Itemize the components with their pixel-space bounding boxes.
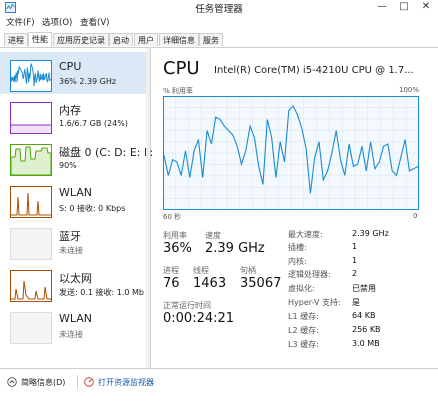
resource-item-bluetooth[interactable]: 蓝牙 未连接 <box>0 220 150 262</box>
uptime-value: 0:00:24:21 <box>163 311 235 326</box>
speed-label: 速度 <box>205 231 221 240</box>
prop-value: 256 KB <box>352 325 381 334</box>
resource-title: 蓝牙 <box>59 230 81 243</box>
prop-label: 内核: <box>288 257 307 266</box>
prop-label: 最大速度: <box>288 230 323 239</box>
uptime-label: 正常运行时间 <box>163 301 211 310</box>
resource-title: 以太网 <box>59 272 92 285</box>
cpu-thumbnail <box>10 60 52 92</box>
resource-item-disk[interactable]: 磁盘 0 (C: D: E: F: 90% <box>0 136 154 178</box>
resource-list: CPU 36% 2.39 GHz 内存 1.6/6.7 GB (24%) 磁盘 … <box>0 48 154 368</box>
utilization-value: 36% <box>163 241 192 256</box>
tab-users[interactable]: 用户 <box>134 33 158 46</box>
ethernet-thumbnail <box>10 270 52 302</box>
tab-performance[interactable]: 性能 <box>28 32 52 47</box>
open-resource-monitor-link[interactable]: 打开资源监视器 <box>98 377 154 388</box>
minimize-button[interactable]: — <box>372 0 392 14</box>
threads-label: 线程 <box>193 266 209 275</box>
prop-label: L1 缓存: <box>288 312 319 321</box>
prop-value: 3.0 MB <box>352 339 380 348</box>
resource-title: WLAN <box>59 312 93 325</box>
resource-subtitle: 未连接 <box>59 246 83 255</box>
tab-bar: 进程 性能 应用历史记录 启动 用户 详细信息 服务 <box>0 30 438 48</box>
prop-label: L3 缓存: <box>288 340 319 349</box>
handles-label: 句柄 <box>240 266 256 275</box>
menu-file[interactable]: 文件(F) <box>6 16 35 28</box>
wlan-2-thumbnail <box>10 312 52 344</box>
wlan-thumbnail <box>10 186 52 218</box>
prop-value: 2.39 GHz <box>352 229 389 238</box>
cpu-model: Intel(R) Core(TM) i5-4210U CPU @ 1.7... <box>214 65 414 76</box>
close-button[interactable]: ✕ <box>416 0 436 14</box>
disk-thumbnail <box>10 144 52 176</box>
tab-details[interactable]: 详细信息 <box>159 33 199 46</box>
processes-value: 76 <box>163 276 180 291</box>
menu-options[interactable]: 选项(O) <box>42 16 72 28</box>
graph-y-label: % 利用率 <box>163 87 193 95</box>
resource-title: WLAN <box>59 186 93 199</box>
resource-item-wlan[interactable]: WLAN S: 0 接收: 0 Kbps <box>0 178 150 220</box>
resource-monitor-icon <box>84 377 94 387</box>
footer-bar: 简略信息(D) 打开资源监视器 <box>0 368 438 401</box>
prop-label: 虚拟化: <box>288 284 315 293</box>
speed-value: 2.39 GHz <box>205 241 265 256</box>
prop-label: 插槽: <box>288 243 307 252</box>
tab-processes[interactable]: 进程 <box>4 33 28 46</box>
resource-subtitle: S: 0 接收: 0 Kbps <box>59 204 126 213</box>
chevron-up-icon[interactable] <box>7 377 17 387</box>
resource-item-ethernet[interactable]: 以太网 发送: 0.1 接收: 1.0 Mb <box>0 262 150 304</box>
resource-item-cpu[interactable]: CPU 36% 2.39 GHz <box>0 52 150 94</box>
resource-subtitle: 未连接 <box>59 330 83 339</box>
prop-value: 已禁用 <box>352 284 376 293</box>
resource-subtitle: 1.6/6.7 GB (24%) <box>59 119 128 128</box>
resource-title: 磁盘 0 (C: D: E: F: <box>59 146 154 159</box>
graph-time-end: 0 <box>413 212 418 220</box>
prop-label: L2 缓存: <box>288 326 319 335</box>
resource-title: 内存 <box>59 104 81 117</box>
maximize-button[interactable]: □ <box>394 0 414 14</box>
cpu-utilization-graph <box>163 96 419 210</box>
graph-time-start: 60 秒 <box>163 213 182 221</box>
memory-thumbnail <box>10 102 52 134</box>
tab-startup[interactable]: 启动 <box>109 33 133 46</box>
utilization-label: 利用率 <box>163 231 187 240</box>
resource-title: CPU <box>59 60 82 73</box>
processes-label: 进程 <box>163 266 179 275</box>
prop-value: 是 <box>352 298 360 307</box>
footer-divider <box>77 375 78 389</box>
menu-bar: 文件(F) 选项(O) 查看(V) <box>0 15 438 29</box>
prop-value: 1 <box>352 242 358 251</box>
graph-y-max-label: 100% <box>399 86 420 94</box>
tab-app-history[interactable]: 应用历史记录 <box>53 33 109 46</box>
threads-value: 1463 <box>193 276 227 291</box>
menu-view[interactable]: 查看(V) <box>80 16 109 28</box>
tab-services[interactable]: 服务 <box>199 33 223 46</box>
resource-subtitle: 90% <box>59 161 77 170</box>
prop-value: 64 KB <box>352 311 376 320</box>
handles-value: 35067 <box>240 276 282 291</box>
resource-subtitle: 36% 2.39 GHz <box>59 77 117 86</box>
resource-subtitle: 发送: 0.1 接收: 1.0 Mb <box>59 288 144 297</box>
prop-value: 2 <box>352 269 358 278</box>
resource-item-wlan-2[interactable]: WLAN 未连接 <box>0 304 150 346</box>
detail-title: CPU <box>163 58 200 79</box>
title-bar: 任务管理器 — □ ✕ <box>0 0 438 15</box>
resource-list-scrollbar[interactable] <box>146 48 150 368</box>
resource-item-memory[interactable]: 内存 1.6/6.7 GB (24%) <box>0 94 150 136</box>
prop-value: 1 <box>352 256 358 265</box>
bluetooth-thumbnail <box>10 228 52 260</box>
fewer-details-link[interactable]: 简略信息(D) <box>21 377 65 388</box>
prop-label: 逻辑处理器: <box>288 270 331 279</box>
prop-label: Hyper-V 支持: <box>288 298 341 307</box>
